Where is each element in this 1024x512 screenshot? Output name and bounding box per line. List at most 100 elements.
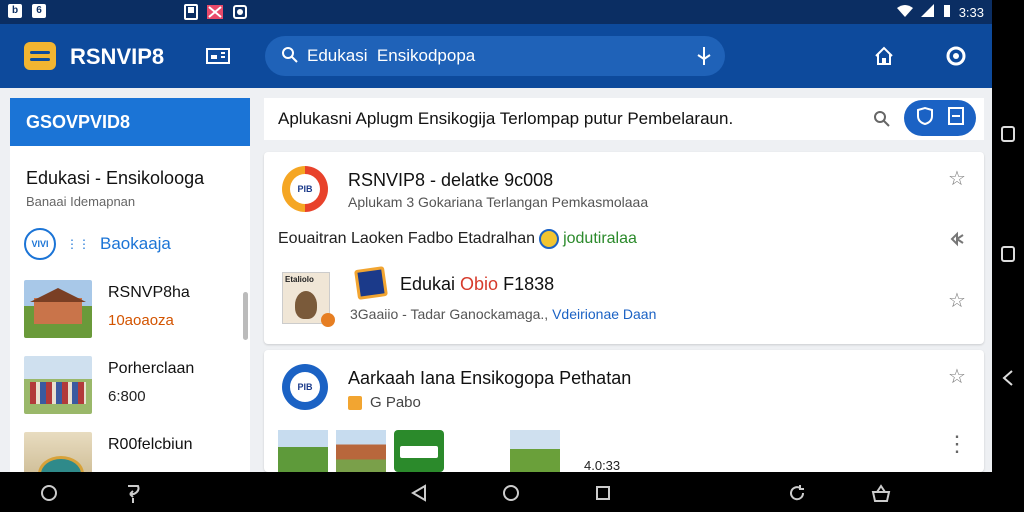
back-triangle-icon[interactable] (408, 482, 430, 504)
thumbnail-image[interactable] (394, 430, 444, 472)
list-item-title: Porherclaan (108, 360, 195, 377)
sidebar-list-item[interactable]: R00felcbiun (24, 432, 224, 472)
wifi-icon (896, 4, 913, 21)
list-item-meta: 6:800 (108, 388, 146, 405)
thumbnail-image[interactable] (278, 430, 328, 472)
thumbnail-image[interactable] (336, 430, 386, 472)
square-icon[interactable] (998, 124, 1018, 144)
tablet-icon (184, 4, 198, 23)
card-subtitle: Aplukam 3 Gokariana Terlangan Pemkasmola… (348, 194, 649, 210)
coin-icon (539, 229, 560, 249)
sidebar-scrollbar[interactable] (243, 292, 248, 340)
status-bar-middle (184, 4, 248, 23)
card-subtitle: G Pabo (348, 394, 421, 411)
sidebar-header[interactable]: GSOVPVID8 (10, 98, 250, 146)
shield-icon (915, 106, 935, 131)
card-meta: 3Gaaiio - Tadar Ganockamaga., Vdeirionae… (350, 306, 656, 322)
sidebar-list-item[interactable]: Porherclaan 6:800 (24, 356, 224, 418)
notification-icon: 6 (32, 4, 46, 18)
content-card[interactable]: PIB Aarkaah Iana Ensikogopa Pethatan G P… (264, 350, 984, 472)
app-logo: PIB (282, 166, 328, 212)
status-bar-right: 3:33 (896, 4, 984, 21)
card-meta-a: 3Gaaiio - Tadar Ganockamaga., (350, 306, 549, 322)
badge-text: PIB (290, 174, 320, 204)
back-icon[interactable] (998, 368, 1018, 388)
cast-icon[interactable] (204, 42, 232, 70)
bookmark-icon (947, 106, 965, 131)
portrait-label: Etaliolo (285, 275, 314, 284)
star-icon[interactable]: ☆ (946, 290, 968, 312)
status-time: 3:33 (958, 5, 984, 20)
home-icon[interactable] (870, 42, 898, 70)
card-line: Eouaitran Laoken Fadbo Etadralhan joduti… (278, 229, 637, 249)
thumbnail-image[interactable] (452, 430, 502, 472)
sidebar-chip[interactable]: VIVI ⋮⋮ Baokaaja (24, 228, 171, 260)
chip-label: Baokaaja (100, 234, 171, 253)
book-icon (354, 266, 388, 300)
no-image-icon (206, 4, 224, 23)
notification-icon: b (8, 4, 22, 18)
card-title: Aarkaah Iana Ensikogopa Pethatan (348, 368, 632, 388)
card-date: 4.0:33 (584, 458, 621, 472)
sidebar-list-item[interactable]: RSNVP8ha 10aoaoza (24, 280, 224, 342)
thumbnail-image[interactable] (510, 430, 560, 472)
status-bar-left: b 6 (8, 4, 46, 18)
mic-icon[interactable] (695, 45, 713, 72)
badge-text: PIB (290, 372, 320, 402)
card-title: RSNVIP8 - delatke 9c008 (348, 170, 554, 190)
home-circle-icon[interactable] (500, 482, 522, 504)
thumbnail-row (278, 430, 560, 472)
gallery-icon (232, 4, 248, 23)
menu-icon[interactable] (24, 42, 56, 70)
inline-title-highlight: Obio (460, 274, 499, 294)
search-icon[interactable] (870, 107, 894, 131)
tag-icon (348, 395, 362, 410)
chip-badge: VIVI (24, 228, 56, 260)
share-icon[interactable] (946, 230, 968, 252)
screen: b 6 3:33 RSNVIP8 Edukasi Ensikodpopa GSO… (0, 0, 992, 472)
content-title: Aplukasni Aplugm Ensikogija Terlompap pu… (278, 109, 734, 128)
app-bar: RSNVIP8 (0, 24, 992, 88)
star-icon[interactable]: ☆ (946, 366, 968, 388)
content-header: Aplukasni Aplugm Ensikogija Terlompap pu… (264, 98, 984, 140)
card-inline-title: Edukai Obio F1838 (400, 274, 554, 295)
badge-dot (321, 313, 335, 327)
sidebar-title: Edukasi - Ensikolooga (26, 168, 205, 188)
square-icon[interactable] (998, 244, 1018, 264)
sidebar: GSOVPVID8 Edukasi - Ensikolooga Banaai I… (10, 98, 250, 472)
thumbnail-image (24, 356, 92, 414)
recents-square-icon[interactable] (592, 482, 614, 504)
action-button[interactable] (904, 100, 976, 136)
search-input[interactable] (307, 44, 687, 68)
thumbnail-image (24, 432, 92, 472)
card-line-highlight: jodutiralaa (563, 230, 637, 247)
inline-title-suffix: F1838 (498, 274, 555, 294)
card-subtitle-text: G Pabo (370, 394, 421, 411)
signal-icon (920, 4, 935, 21)
circle-icon[interactable] (38, 482, 60, 504)
undo-icon[interactable] (122, 482, 144, 504)
content-card[interactable]: PIB RSNVIP8 - delatke 9c008 Aplukam 3 Go… (264, 152, 984, 344)
search-icon (281, 46, 299, 69)
app-title: RSNVIP8 (70, 44, 165, 69)
portrait-image: Etaliolo (282, 272, 335, 327)
sidebar-subtitle: Banaai Idemapnan (26, 194, 136, 209)
dots-icon: ⋮⋮ (66, 237, 90, 251)
star-icon[interactable]: ☆ (946, 168, 968, 190)
bottom-navigation (0, 472, 1024, 512)
settings-icon[interactable] (942, 42, 970, 70)
side-navigation (992, 0, 1024, 472)
search-bar[interactable] (265, 36, 725, 76)
thumbnail-image (24, 280, 92, 338)
more-icon[interactable]: ⋮ (946, 432, 968, 456)
card-meta-b: Vdeirionae Daan (552, 306, 657, 322)
inline-title-prefix: Edukai (400, 274, 461, 294)
battery-icon (943, 4, 951, 21)
card-line-text: Eouaitran Laoken Fadbo Etadralhan (278, 230, 536, 247)
app-logo: PIB (282, 364, 328, 410)
status-bar: b 6 3:33 (0, 0, 992, 24)
list-item-meta: 10aoaoza (108, 312, 174, 329)
refresh-icon[interactable] (786, 482, 808, 504)
bag-icon[interactable] (870, 482, 892, 504)
list-item-title: RSNVP8ha (108, 284, 190, 301)
